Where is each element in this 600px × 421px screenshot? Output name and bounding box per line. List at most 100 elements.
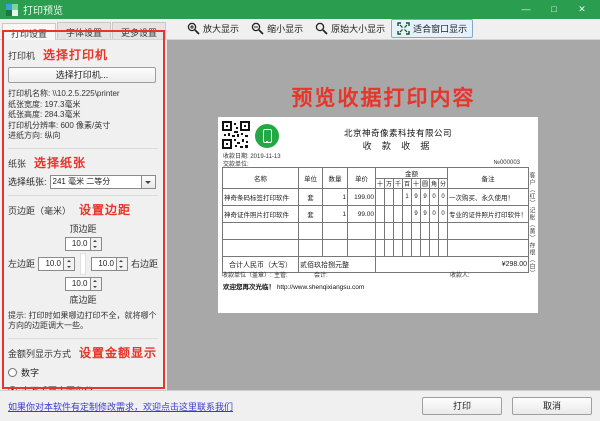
cell-qty: 1: [323, 189, 348, 206]
left-margin-spinner[interactable]: 10.0: [38, 257, 75, 271]
spinner-arrows-icon[interactable]: [64, 257, 75, 271]
qr-code-icon: [222, 121, 250, 149]
bottom-margin-spinner[interactable]: 10.0: [65, 277, 102, 291]
cell-digit: [394, 189, 403, 206]
bottom-margin-label: 底边距: [69, 293, 96, 306]
digit-header: 十: [376, 179, 385, 189]
cell-digit: [403, 206, 412, 223]
close-button[interactable]: ✕: [568, 0, 596, 19]
footer-accountant: 会计:: [314, 270, 328, 279]
fit-window-button[interactable]: 适合窗口显示: [391, 19, 473, 38]
cell-digit: [376, 206, 385, 223]
footer-supervisor: 主管:: [274, 270, 288, 279]
col-header-remark: 备注: [448, 168, 529, 189]
cell-digit: 9: [412, 189, 421, 206]
receipt-copy-note: 客户（红）记账（黄）存根（白）: [527, 172, 536, 277]
top-margin-spinner[interactable]: 10.0: [65, 237, 102, 251]
app-logo-icon: [6, 4, 18, 16]
footer-cashier: 收款人:: [450, 270, 470, 279]
thanks-text: 欢迎您再次光临！: [223, 284, 275, 291]
digit-header: 分: [439, 179, 448, 189]
spinner-arrows-icon[interactable]: [117, 257, 128, 271]
paper-select-value[interactable]: 241 毫米 二等分: [50, 175, 142, 189]
tab-font-settings[interactable]: 字体设置: [57, 22, 111, 39]
cancel-button[interactable]: 取消: [512, 397, 592, 415]
left-margin-label: 左边距: [8, 257, 35, 270]
cell-digit: 0: [439, 206, 448, 223]
dropdown-arrow-icon[interactable]: [142, 175, 156, 189]
receipt-company: 北京神奇像素科技有限公司: [278, 127, 518, 139]
cell-unit: 套: [299, 206, 323, 223]
top-band: 打印设置 字体设置 更多设置 放大显示 缩小显示 原始大小显示 适合窗口显示: [0, 19, 600, 40]
preview-area: 预览收据打印内容 北京神奇像素科技有限公司 收 款 收 据: [167, 40, 600, 390]
window-titlebar: 打印预览 — □ ✕: [0, 0, 600, 19]
col-header-price: 单价: [348, 168, 376, 189]
zoom-in-label: 放大显示: [203, 22, 239, 35]
margins-group-label: 页边距（毫米）: [8, 204, 71, 217]
cell-digit: 9: [412, 206, 421, 223]
printer-name-line: 打印机名称: \\10.2.5.225\printer: [8, 89, 158, 100]
window-controls: — □ ✕: [512, 0, 596, 19]
left-margin-value[interactable]: 10.0: [38, 257, 64, 271]
window-title: 打印预览: [23, 2, 63, 17]
cell-price: 199.00: [348, 189, 376, 206]
contact-us-link[interactable]: 如果你对本软件有定制修改需求，欢迎点击这里联系我们: [8, 400, 233, 413]
zoom-in-icon: [187, 22, 200, 35]
table-row-empty: [223, 240, 529, 257]
right-margin-spinner[interactable]: 10.0: [91, 257, 128, 271]
table-row: 神奇条码标签打印软件 套 1 199.00 1 9 9 0 0 一次购买、永久使…: [223, 189, 529, 206]
zoom-out-label: 缩小显示: [267, 22, 303, 35]
receipt-url: http://www.shenqixiangsu.com: [277, 284, 364, 291]
digit-header: 万: [385, 179, 394, 189]
tab-print-settings[interactable]: 打印设置: [2, 23, 56, 40]
spinner-arrows-icon[interactable]: [91, 237, 102, 251]
select-printer-button[interactable]: 选择打印机...: [8, 67, 156, 83]
right-margin-value[interactable]: 10.0: [91, 257, 117, 271]
bottom-bar: 如果你对本软件有定制修改需求，欢迎点击这里联系我们 打印 取消: [0, 390, 600, 421]
cell-qty: 1: [323, 206, 348, 223]
cell-digit: 1: [403, 189, 412, 206]
margins-annotation: 设置边距: [79, 201, 131, 218]
radio-option-numeric[interactable]: 数字: [8, 366, 158, 379]
zoom-in-button[interactable]: 放大显示: [181, 19, 245, 38]
cell-digit: 9: [421, 206, 430, 223]
top-margin-value[interactable]: 10.0: [65, 237, 91, 251]
paper-select[interactable]: 241 毫米 二等分: [50, 175, 156, 189]
cell-digit: [394, 206, 403, 223]
receipt-table: 名称 单位 数量 单价 金额 备注 十 万 千 百 十 圆 角 分: [222, 167, 529, 273]
original-size-button[interactable]: 原始大小显示: [309, 19, 391, 38]
maximize-button[interactable]: □: [540, 0, 568, 19]
margin-hint: 提示: 打印时如果哪边打印不全，就将哪个方向的边距调大一些。: [8, 311, 158, 332]
spinner-arrows-icon[interactable]: [91, 277, 102, 291]
radio-icon[interactable]: [8, 368, 17, 377]
digit-header: 角: [430, 179, 439, 189]
digit-header: 百: [403, 179, 412, 189]
digit-header: 圆: [421, 179, 430, 189]
cell-digit: 0: [430, 189, 439, 206]
paper-height-line: 纸张高度: 284.3毫米: [8, 110, 158, 121]
print-settings-panel: 打印机 选择打印机 选择打印机... 打印机名称: \\10.2.5.225\p…: [0, 40, 167, 390]
preview-toolbar: 放大显示 缩小显示 原始大小显示 适合窗口显示: [181, 18, 473, 39]
tab-more-settings[interactable]: 更多设置: [112, 22, 166, 39]
minimize-button[interactable]: —: [512, 0, 540, 19]
cell-digit: 0: [439, 189, 448, 206]
zoom-out-icon: [251, 22, 264, 35]
divider: [8, 148, 158, 149]
bottom-margin-value[interactable]: 10.0: [65, 277, 91, 291]
paper-annotation: 选择纸张: [34, 154, 86, 171]
fit-window-label: 适合窗口显示: [413, 22, 467, 35]
top-margin-label: 顶边距: [69, 222, 96, 235]
original-size-label: 原始大小显示: [331, 22, 385, 35]
original-size-icon: [315, 22, 328, 35]
phone-icon: [255, 124, 279, 148]
cell-name: 神奇条码标签打印软件: [223, 189, 299, 206]
table-row: 神奇证件照片打印软件 套 1 99.00 9 9 0 0 专业的证件照片打印软件…: [223, 206, 529, 223]
cell-remark: 专业的证件照片打印软件！: [448, 206, 529, 223]
print-button[interactable]: 打印: [422, 397, 502, 415]
col-header-name: 名称: [223, 168, 299, 189]
cell-unit: 套: [299, 189, 323, 206]
cell-remark: 一次购买、永久使用！: [448, 189, 529, 206]
cell-digit: [376, 189, 385, 206]
footer-unit-seal: 收款单位（盖章）:: [222, 270, 272, 279]
zoom-out-button[interactable]: 缩小显示: [245, 19, 309, 38]
